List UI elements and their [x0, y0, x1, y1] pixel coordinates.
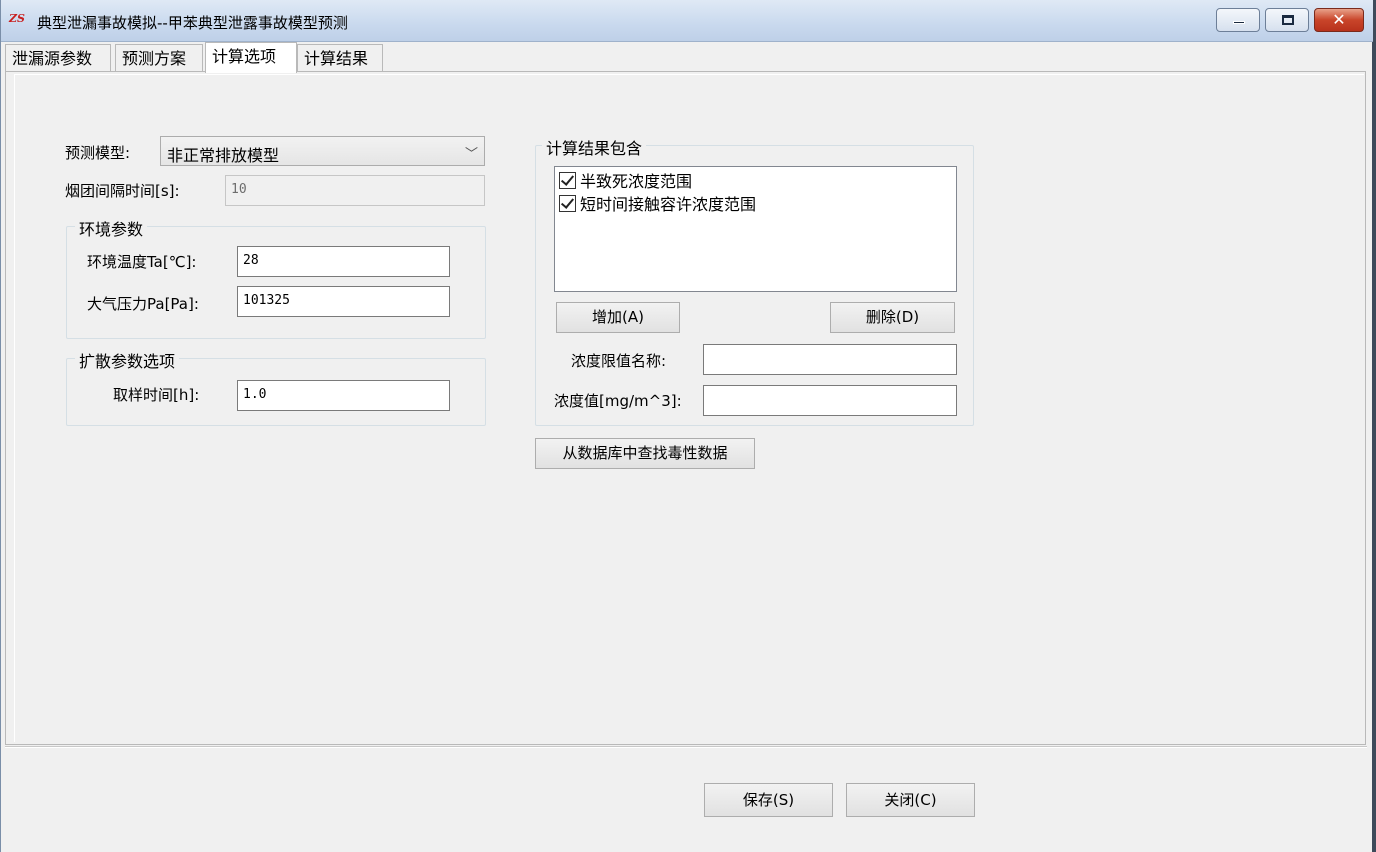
temp-label-text: 环境温度Ta[℃]:	[87, 253, 197, 271]
checkbox-checked-icon[interactable]	[559, 194, 576, 212]
tab-prediction-plan[interactable]: 预测方案	[115, 44, 203, 72]
list-item-label: 短时间接触容许浓度范围	[580, 195, 757, 214]
list-item[interactable]: 半致死浓度范围	[559, 169, 692, 191]
diffusion-params-title: 扩散参数选项	[75, 348, 180, 372]
model-label: 预测模型:	[65, 144, 131, 162]
pressure-label: 大气压力Pa[Pa]:	[87, 295, 199, 313]
close-button[interactable]: 关闭(C)	[846, 783, 975, 817]
env-params-group: 环境参数	[66, 216, 486, 339]
minimize-button[interactable]	[1216, 8, 1260, 32]
find-toxicity-data-button[interactable]: 从数据库中查找毒性数据	[535, 438, 755, 469]
list-item[interactable]: 短时间接触容许浓度范围	[559, 192, 756, 214]
interval-field: 10	[225, 175, 485, 206]
minimize-icon	[1233, 21, 1245, 24]
checkbox-checked-icon[interactable]	[559, 171, 576, 189]
temp-field[interactable]: 28	[237, 246, 450, 277]
tab-calc-options[interactable]: 计算选项	[205, 42, 297, 73]
delete-button[interactable]: 删除(D)	[830, 302, 955, 333]
title-bar[interactable]: ZS 典型泄漏事故模拟--甲苯典型泄露事故模型预测 ✕	[1, 0, 1373, 42]
sampling-field[interactable]: 1.0	[237, 380, 450, 411]
footer-divider	[5, 746, 1367, 748]
list-item-label: 半致死浓度范围	[580, 172, 693, 191]
chevron-down-icon: ﹀	[464, 147, 478, 162]
model-select[interactable]: 非正常排放模型 ﹀	[160, 136, 485, 166]
tab-calc-results[interactable]: 计算结果	[297, 44, 383, 72]
save-button[interactable]: 保存(S)	[704, 783, 833, 817]
app-logo-icon: ZS	[9, 12, 25, 25]
sampling-label: 取样时间[h]:	[113, 386, 200, 404]
maximize-icon	[1282, 15, 1294, 25]
close-window-button[interactable]: ✕	[1314, 8, 1364, 32]
main-window: ZS 典型泄漏事故模拟--甲苯典型泄露事故模型预测 ✕ 泄漏源参数 预测方案 计…	[0, 0, 1376, 852]
results-list[interactable]: 半致死浓度范围 短时间接触容许浓度范围	[554, 166, 957, 292]
tab-leak-source[interactable]: 泄漏源参数	[5, 44, 111, 72]
limit-name-label: 浓度限值名称:	[571, 352, 667, 370]
interval-label: 烟团间隔时间[s]:	[65, 182, 180, 200]
temp-label: 环境温度Ta[℃]:	[87, 251, 196, 272]
window-title: 典型泄漏事故模拟--甲苯典型泄露事故模型预测	[37, 14, 348, 32]
maximize-button[interactable]	[1265, 8, 1309, 32]
conc-value-field[interactable]	[703, 385, 957, 416]
env-params-title: 环境参数	[75, 216, 148, 240]
results-include-title: 计算结果包含	[542, 135, 647, 159]
limit-name-field[interactable]	[703, 344, 957, 375]
close-icon: ✕	[1332, 10, 1346, 29]
conc-value-label: 浓度值[mg/m^3]:	[554, 392, 682, 410]
pressure-field[interactable]: 101325	[237, 286, 450, 317]
model-select-value: 非正常排放模型	[167, 146, 280, 165]
add-button[interactable]: 增加(A)	[556, 302, 680, 333]
